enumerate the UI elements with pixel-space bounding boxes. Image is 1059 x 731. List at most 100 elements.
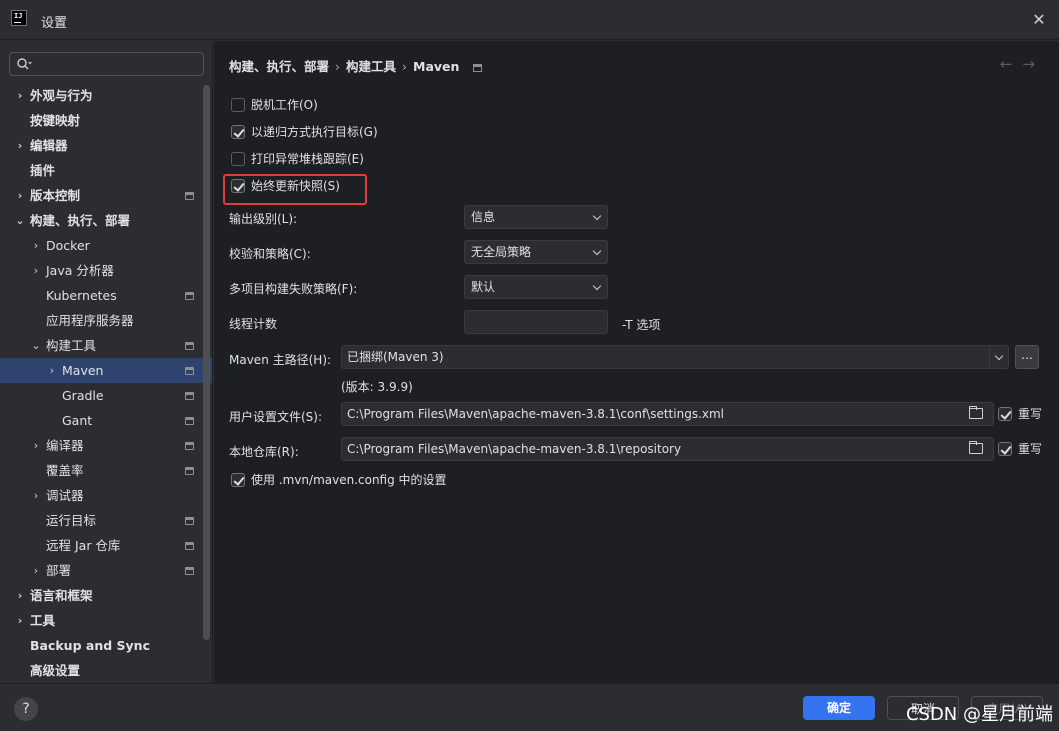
checkbox-box[interactable] [998, 406, 1012, 421]
local-repo-label: 本地仓库(R): [229, 445, 299, 459]
chevron-right-icon[interactable]: › [30, 258, 42, 283]
user-settings-path-field[interactable]: C:\Program Files\Maven\apache-maven-3.8.… [341, 402, 994, 426]
project-scope-icon [185, 442, 194, 450]
failure-policy-select[interactable]: 默认 [464, 275, 608, 299]
chevron-right-icon[interactable]: › [14, 583, 26, 608]
recursive-goals-checkbox[interactable]: 以递归方式执行目标(G) [231, 122, 378, 142]
chevron-down-icon[interactable]: ⌄ [14, 208, 26, 233]
sidebar-item[interactable]: › 外观与行为 [0, 83, 212, 108]
sidebar-item-label: Kubernetes [46, 288, 117, 303]
sidebar-item[interactable]: › 编辑器 [0, 133, 212, 158]
intellij-app-icon: IJ [11, 10, 27, 26]
project-scope-icon [185, 292, 194, 300]
folder-icon[interactable] [969, 441, 983, 454]
checkbox-box[interactable] [231, 151, 245, 166]
chevron-right-icon[interactable]: › [14, 183, 26, 208]
breadcrumb-item[interactable]: 构建工具 [346, 56, 396, 75]
sidebar-item[interactable]: › 编译器 [0, 433, 212, 458]
breadcrumb-item-current: Maven [413, 59, 460, 74]
sidebar-item[interactable]: 运行目标 [0, 508, 212, 533]
sidebar-item[interactable]: ⌄ 构建、执行、部署 [0, 208, 212, 233]
chevron-right-icon[interactable]: › [14, 83, 26, 108]
override-settings-checkbox[interactable]: 重写 [998, 404, 1042, 424]
sidebar-item[interactable]: › Maven [0, 358, 212, 383]
help-icon[interactable]: ? [14, 697, 38, 721]
print-stacktrace-checkbox[interactable]: 打印异常堆栈跟踪(E) [231, 149, 364, 169]
checkbox-label: 打印异常堆栈跟踪(E) [251, 152, 364, 166]
checkbox-box[interactable] [231, 178, 245, 193]
always-update-snapshots-checkbox[interactable]: 始终更新快照(S) [231, 176, 340, 196]
sidebar-item[interactable]: 插件 [0, 158, 212, 183]
breadcrumb-item[interactable]: 构建、执行、部署 [229, 56, 329, 75]
thread-count-hint: -T 选项 [622, 318, 661, 332]
sidebar-item[interactable]: › 语言和框架 [0, 583, 212, 608]
chevron-right-icon[interactable]: › [30, 233, 42, 258]
sidebar-item[interactable]: › 部署 [0, 558, 212, 583]
forward-arrow-icon[interactable]: → [1022, 55, 1045, 73]
sidebar-item-label: 版本控制 [30, 188, 81, 203]
thread-count-input[interactable] [464, 310, 608, 334]
sidebar-item-label: 高级设置 [30, 663, 81, 678]
sidebar-item[interactable]: › Java 分析器 [0, 258, 212, 283]
chevron-down-icon[interactable] [994, 351, 1004, 361]
project-scope-icon [185, 417, 194, 425]
chevron-right-icon[interactable]: › [30, 483, 42, 508]
work-offline-checkbox[interactable]: 脱机工作(O) [231, 95, 318, 115]
sidebar-item-label: 部署 [46, 563, 72, 578]
sidebar-item-label: 外观与行为 [30, 88, 93, 103]
folder-icon[interactable] [969, 406, 983, 419]
back-arrow-icon[interactable]: ← [1000, 55, 1023, 73]
breadcrumb: 构建、执行、部署 › 构建工具 › Maven [229, 56, 483, 75]
sidebar-item[interactable]: › 版本控制 [0, 183, 212, 208]
sidebar-item[interactable]: 按键映射 [0, 108, 212, 133]
settings-search-box[interactable] [9, 52, 204, 76]
chevron-down-icon[interactable]: ⌄ [30, 333, 42, 358]
use-mvn-config-checkbox[interactable]: 使用 .mvn/maven.config 中的设置 [231, 470, 447, 490]
checkbox-label: 重写 [1018, 442, 1043, 456]
sidebar-item-label: 应用程序服务器 [46, 313, 134, 328]
sidebar-item[interactable]: 覆盖率 [0, 458, 212, 483]
chevron-right-icon[interactable]: › [30, 558, 42, 583]
sidebar-scrollbar[interactable] [203, 85, 210, 640]
checkbox-label: 重写 [1018, 407, 1043, 421]
breadcrumb-separator-icon: › [335, 59, 341, 74]
checkbox-box[interactable] [231, 472, 245, 487]
local-repo-path-field[interactable]: C:\Program Files\Maven\apache-maven-3.8.… [341, 437, 994, 461]
close-icon[interactable]: ✕ [1029, 10, 1049, 30]
chevron-right-icon[interactable]: › [46, 358, 58, 383]
sidebar-item[interactable]: › Docker [0, 233, 212, 258]
chevron-down-icon [592, 246, 602, 256]
settings-sidebar: › 外观与行为 按键映射 › 编辑器 插件 › 版本控制 ⌄ 构建、执行、部署 › Docker › Ja… [0, 41, 213, 683]
sidebar-item[interactable]: 高级设置 [0, 658, 212, 683]
override-repo-checkbox[interactable]: 重写 [998, 439, 1042, 459]
checksum-policy-select[interactable]: 无全局策略 [464, 240, 608, 264]
checkbox-box[interactable] [998, 441, 1012, 456]
sidebar-item[interactable]: Gant [0, 408, 212, 433]
search-input[interactable] [38, 55, 198, 73]
search-icon[interactable] [16, 56, 32, 72]
checkbox-box[interactable] [231, 97, 245, 112]
select-value: 默认 [471, 280, 496, 294]
sidebar-item[interactable]: Gradle [0, 383, 212, 408]
maven-home-combo[interactable]: 已捆绑(Maven 3) [341, 345, 1009, 369]
chevron-right-icon[interactable]: › [30, 433, 42, 458]
checkbox-box[interactable] [231, 124, 245, 139]
sidebar-item[interactable]: Backup and Sync [0, 633, 212, 658]
chevron-right-icon[interactable]: › [14, 608, 26, 633]
project-scope-icon [185, 567, 194, 575]
csdn-watermark: CSDN @星月前端 [905, 704, 1053, 725]
project-scope-icon [185, 517, 194, 525]
output-level-label: 输出级别(L): [229, 212, 298, 226]
output-level-select[interactable]: 信息 [464, 205, 608, 229]
ok-button[interactable]: 确定 [803, 696, 875, 720]
chevron-right-icon[interactable]: › [14, 133, 26, 158]
sidebar-item[interactable]: ⌄ 构建工具 [0, 333, 212, 358]
sidebar-item[interactable]: 应用程序服务器 [0, 308, 212, 333]
sidebar-item[interactable]: › 调试器 [0, 483, 212, 508]
sidebar-item[interactable]: Kubernetes [0, 283, 212, 308]
sidebar-item[interactable]: 远程 Jar 仓库 [0, 533, 212, 558]
browse-maven-home-button[interactable]: ... [1015, 345, 1039, 369]
sidebar-item-label: 构建工具 [46, 338, 97, 353]
sidebar-item-label: 编译器 [46, 438, 84, 453]
sidebar-item[interactable]: › 工具 [0, 608, 212, 633]
